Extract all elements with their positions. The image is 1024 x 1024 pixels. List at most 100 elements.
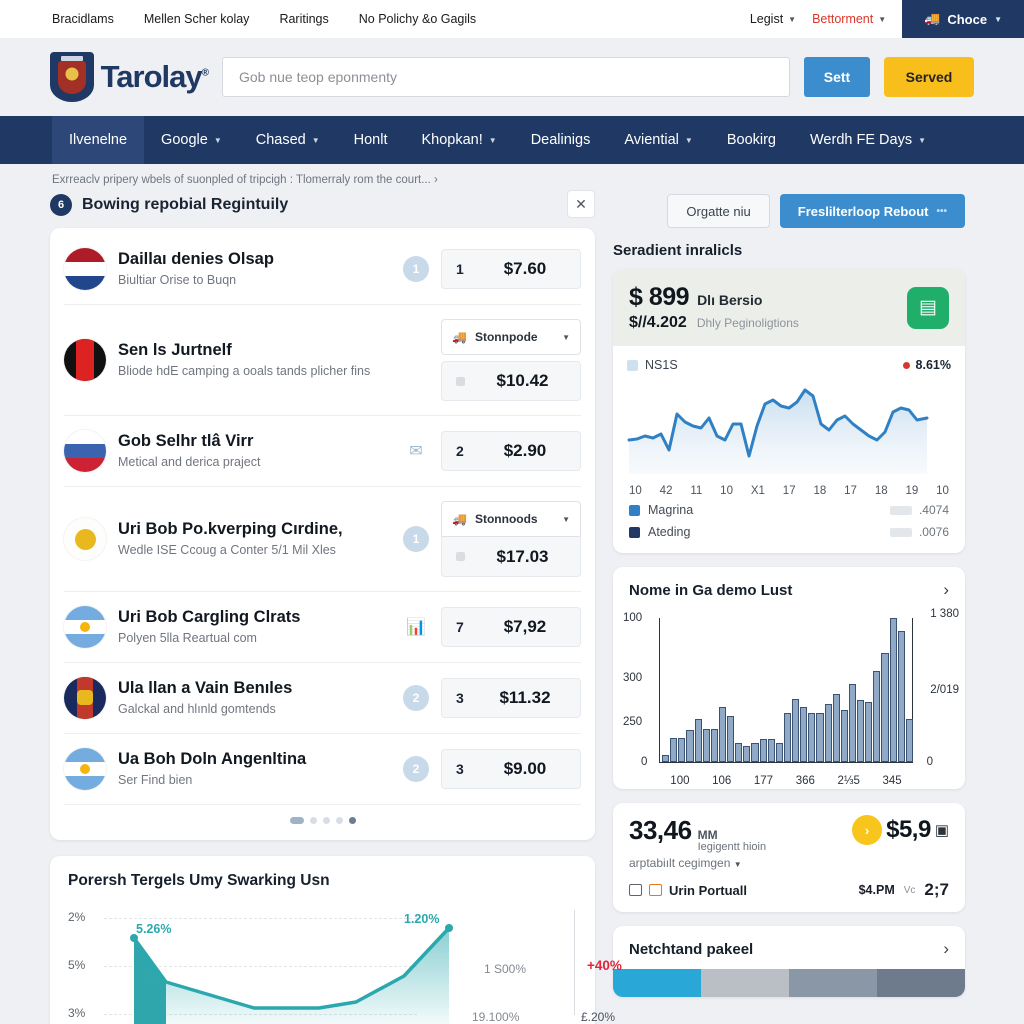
page-body: 6 Bowing repobial Regintuily ✕ Daillaı d…	[0, 190, 1024, 1024]
nav-item-5[interactable]: Dealinigs	[514, 116, 608, 164]
row-subtitle: Biultiar Orise to Buqn	[118, 272, 237, 287]
utility-link-bettorment[interactable]: Bettorment ▼	[812, 12, 886, 26]
nav-item-3[interactable]: Honlt	[337, 116, 405, 164]
arrow-right-icon[interactable]: ›	[852, 815, 883, 845]
summary-select[interactable]: arptabiılt cegimgen ▼	[629, 856, 766, 870]
price-box[interactable]: 3 $9.00	[441, 749, 581, 789]
close-icon[interactable]: ✕	[567, 190, 595, 218]
metric-value: $ 899	[629, 283, 690, 311]
table-row[interactable]: Uri Bob Cargling Clrats Polyen 5lla Rear…	[64, 592, 581, 663]
legend-value-0: .4074	[918, 503, 949, 517]
price-box[interactable]: 7 $7,92	[441, 607, 581, 647]
x-tick-5: 345	[882, 775, 902, 787]
shipping-select[interactable]: 🚚 Stonnoods ▼	[441, 501, 581, 537]
pagination-dot[interactable]	[335, 817, 343, 824]
x-tick-10: 10	[936, 485, 949, 497]
photo-thumb[interactable]	[613, 969, 701, 998]
table-row[interactable]: Ua Boh Doln Angenltina Ser Find bien 2 3…	[64, 734, 581, 805]
pagination-dot[interactable]	[309, 817, 317, 824]
nav-item-2[interactable]: Chased ▼	[239, 116, 337, 164]
y-right-tick-0: 0	[926, 756, 933, 768]
row-title: Sen ls Jurtnelf	[118, 341, 232, 360]
nav-item-1[interactable]: Google ▼	[144, 116, 239, 164]
price-box[interactable]: $10.42	[441, 361, 581, 401]
pagination-dot[interactable]	[322, 817, 330, 824]
utility-link-legist[interactable]: Legist ▼	[750, 12, 796, 26]
price-box[interactable]: 3 $11.32	[441, 678, 581, 718]
photo-thumb[interactable]	[877, 969, 965, 998]
nav-item-4[interactable]: Khopkan! ▼	[405, 116, 514, 164]
nav-item-0[interactable]: Ilvenelne	[52, 116, 145, 164]
row-subtitle: Wedle ISE Ccoug a Conter 5/1 Mil Xles	[118, 542, 336, 557]
pagination-dot[interactable]	[289, 817, 304, 824]
summary-bottom: Urin Portuall $4.PM Vc 2;7	[629, 880, 949, 900]
y-left-tick-3: 100	[623, 612, 643, 624]
flag-argentina-icon	[64, 606, 106, 648]
x-tick-3: 10	[720, 485, 733, 497]
rebout-button-label: Freslilterloop Rebout	[797, 203, 929, 219]
row-price: $2.90	[503, 441, 547, 460]
x-tick-4: X1	[750, 485, 765, 497]
account-menu-button[interactable]: 🚚 Choce ▼	[902, 0, 1024, 38]
photo-thumb[interactable]	[789, 969, 877, 998]
bar-chart-header: Nome in Ga demo Lust ›	[613, 567, 965, 604]
sparkline-legend: NS1S	[627, 358, 678, 372]
table-row[interactable]: Sen ls Jurtnelf Bliode hdE camping a ooa…	[64, 305, 581, 416]
price-group: 7 $7,92	[441, 607, 581, 647]
sparkline-delta: 8.61%	[902, 358, 951, 372]
price-group: 🚚 Stonnoods ▼ $17.03	[441, 501, 581, 577]
utility-link-0[interactable]: Bracidlams	[52, 12, 114, 26]
nav-item-7[interactable]: Bookirg	[710, 116, 793, 164]
row-title: Uri Bob Po.kverping Cırdine,	[118, 520, 343, 539]
metric-subvalue: $//4.202	[629, 314, 687, 331]
photo-card: Netchtand pakeel ›	[613, 926, 965, 998]
utility-link-2[interactable]: Raritings	[279, 12, 328, 26]
table-row[interactable]: Ula llan a Vain Benıles Galckal and hlın…	[64, 663, 581, 734]
results-list: Daillaı denies Olsap Biultiar Orise to B…	[50, 228, 595, 840]
logo[interactable]: Tarolay®	[50, 52, 209, 102]
search-input[interactable]: Gob nue teop eponmenty	[222, 57, 790, 97]
rebout-button[interactable]: Freslilterloop Rebout •••	[779, 194, 965, 228]
price-box[interactable]: 2 $2.90	[441, 431, 581, 471]
row-subtitle: Polyen 5lla Reartual com	[118, 630, 257, 645]
chevron-right-icon[interactable]: ›	[943, 580, 949, 600]
nav-item-8[interactable]: Werdh FE Days ▼	[793, 116, 943, 164]
box-icon	[649, 884, 662, 897]
truck-icon: 🚚	[924, 11, 941, 26]
square-icon	[456, 552, 465, 561]
summary-bottom-left[interactable]: Urin Portuall	[629, 883, 747, 898]
table-row[interactable]: Gob Selhr tlâ Virr Metical and derica pr…	[64, 416, 581, 487]
table-row[interactable]: Uri Bob Po.kverping Cırdine, Wedle ISE C…	[64, 487, 581, 592]
photo-strip[interactable]	[613, 969, 965, 998]
flag-germany-icon	[64, 339, 106, 381]
flag-netherlands-icon	[64, 248, 106, 290]
photo-thumb[interactable]	[701, 969, 789, 998]
chevron-right-icon[interactable]: ›	[943, 939, 949, 959]
x-tick-6: 18	[813, 485, 827, 497]
site-header: Tarolay® Gob nue teop eponmenty Sett Ser…	[0, 38, 1024, 116]
row-title: Ula llan a Vain Benıles	[118, 679, 293, 698]
y-right-tick-1: 2/019	[930, 684, 959, 696]
y-tick-2: 3%	[68, 1006, 86, 1020]
search-submit-button[interactable]: Sett	[804, 57, 870, 97]
row-price: $9.00	[503, 759, 547, 778]
x-tick-3: 366	[795, 775, 815, 787]
nav-item-6[interactable]: Aviential ▼	[607, 116, 709, 164]
truck-ship-icon: 🚚	[452, 330, 467, 344]
price-box[interactable]: $17.03	[441, 537, 581, 577]
search-placeholder: Gob nue teop eponmenty	[239, 69, 398, 85]
organize-button[interactable]: Orgatte niu	[667, 194, 770, 228]
status-badge: 1	[403, 526, 429, 552]
price-box[interactable]: 1 $7.60	[441, 249, 581, 289]
served-button[interactable]: Served	[884, 57, 974, 97]
status-badge: 2	[403, 685, 429, 711]
shipping-select[interactable]: 🚚 Stonnpode ▼	[441, 319, 581, 355]
pagination-dot[interactable]	[348, 817, 356, 824]
breadcrumb[interactable]: Exrreaclv pripery wbels of suonpled of t…	[0, 164, 1024, 194]
utility-link-1[interactable]: Mellen Scher kolay	[144, 12, 250, 26]
shipping-select-label: Stonnpode	[474, 330, 538, 344]
carousel-pagination[interactable]	[64, 805, 581, 824]
table-row[interactable]: Daillaı denies Olsap Biultiar Orise to B…	[64, 234, 581, 305]
row-subtitle: Metical and derica praject	[118, 454, 261, 469]
utility-link-3[interactable]: No Polichy &o Gagils	[359, 12, 476, 26]
